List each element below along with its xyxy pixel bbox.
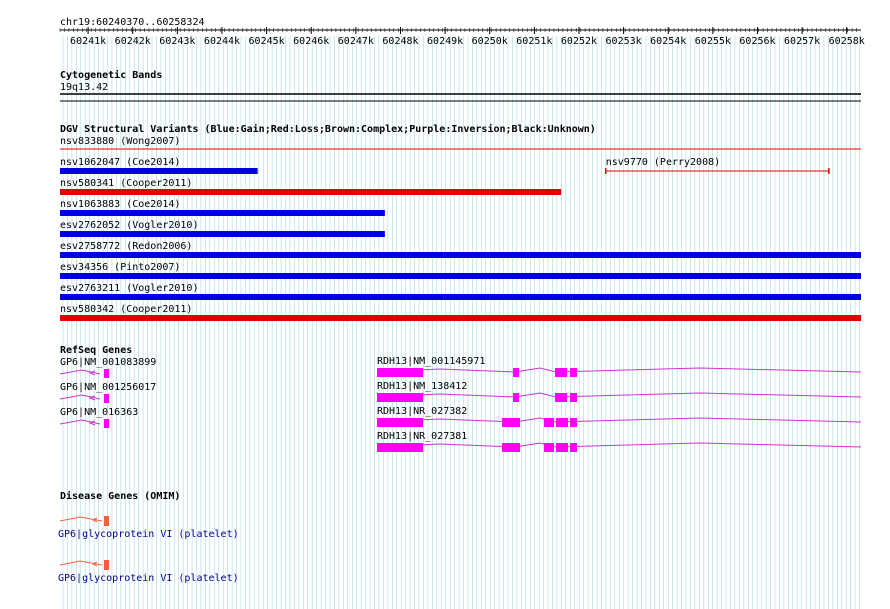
- ruler-tick-label: 60252k: [561, 36, 597, 47]
- dgv-feature-bar[interactable]: [60, 210, 385, 216]
- dgv-feature-label: esv2758772 (Redon2006): [60, 241, 192, 252]
- ruler-tick-label: 60241k: [70, 36, 106, 47]
- refseq-gene-label: RDH13|NR_027381: [377, 431, 467, 442]
- ruler-tick-label: 60257k: [784, 36, 820, 47]
- dgv-feature-label: nsv580342 (Cooper2011): [60, 304, 192, 315]
- ruler-tick-label: 60254k: [650, 36, 686, 47]
- cytoband-title: Cytogenetic Bands: [60, 69, 162, 81]
- dgv-feature-bar[interactable]: [60, 273, 861, 279]
- refseq-exon: [556, 418, 568, 427]
- dgv-track: DGV Structural Variants (Blue:Gain;Red:L…: [60, 123, 861, 321]
- refseq-exon: [104, 419, 109, 428]
- refseq-exon: [570, 418, 577, 427]
- refseq-gene-label: GP6|NM_001083899: [60, 357, 156, 368]
- ruler-tick-label: 60245k: [249, 36, 285, 47]
- ruler-tick-label: 60243k: [159, 36, 195, 47]
- dgv-title: DGV Structural Variants (Blue:Gain;Red:L…: [60, 123, 596, 135]
- omim-exon: [104, 516, 109, 526]
- ruler-tick-label: 60242k: [115, 36, 151, 47]
- dgv-feature[interactable]: nsv9770 (Perry2008): [605, 157, 830, 174]
- ruler-tick-label: 60248k: [382, 36, 418, 47]
- omim-exon: [104, 560, 109, 570]
- refseq-exon: [555, 368, 567, 377]
- dgv-feature[interactable]: nsv833880 (Wong2007): [60, 136, 861, 150]
- refseq-exon: [513, 393, 519, 402]
- dgv-feature-label: nsv1063883 (Coe2014): [60, 199, 180, 210]
- ruler-track: chr19:60240370..60258324 60241k 60242k 602…: [59, 17, 865, 47]
- ruler-tick-label: 60247k: [338, 36, 374, 47]
- dgv-feature-label: esv2763211 (Vogler2010): [60, 283, 198, 294]
- refseq-exon: [377, 368, 423, 377]
- refseq-gene-label: RDH13|NM_138412: [377, 381, 467, 392]
- dgv-feature[interactable]: esv2763211 (Vogler2010): [60, 283, 861, 300]
- refseq-exon: [570, 443, 577, 452]
- refseq-gene-gp6[interactable]: GP6|NM_001083899: [59, 357, 156, 378]
- refseq-exon: [556, 443, 568, 452]
- dgv-feature[interactable]: nsv580342 (Cooper2011): [60, 304, 861, 321]
- dgv-feature[interactable]: nsv1063883 (Coe2014): [60, 199, 385, 216]
- refseq-gene-label: GP6|NM_016363: [60, 407, 138, 418]
- dgv-feature-label: nsv1062047 (Coe2014): [60, 157, 180, 168]
- refseq-track: RefSeq Genes GP6|NM_001083899 GP6|NM_0012…: [59, 345, 862, 452]
- dgv-feature[interactable]: esv2758772 (Redon2006): [60, 241, 861, 258]
- dgv-feature-bar[interactable]: [60, 252, 861, 258]
- ruler-tick-label: 60258k: [829, 36, 865, 47]
- refseq-exon: [570, 368, 577, 377]
- refseq-gene-label: RDH13|NR_027382: [377, 406, 467, 417]
- ruler-tick-label: 60246k: [293, 36, 329, 47]
- dgv-feature-bar[interactable]: [60, 294, 861, 300]
- genome-browser-canvas: chr19:60240370..60258324 60241k 60242k 602…: [58, 17, 865, 609]
- refseq-exon: [104, 394, 109, 403]
- refseq-gene-label: GP6|NM_001256017: [60, 382, 156, 393]
- dgv-feature-label: nsv833880 (Wong2007): [60, 136, 180, 147]
- refseq-exon: [104, 369, 109, 378]
- omim-title: Disease Genes (OMIM): [60, 490, 180, 502]
- refseq-features: GP6|NM_001083899 GP6|NM_001256017 GP6|NM_0…: [59, 356, 862, 452]
- refseq-gene-label: RDH13|NM_001145971: [377, 356, 485, 367]
- omim-feature-label: GP6|glycoprotein VI (platelet): [58, 573, 239, 584]
- dgv-feature[interactable]: nsv1062047 (Coe2014): [60, 157, 258, 174]
- refseq-exon: [377, 393, 423, 402]
- dgv-features: nsv833880 (Wong2007) nsv1062047 (Coe2014)…: [60, 136, 861, 321]
- refseq-gene-gp6[interactable]: GP6|NM_001256017: [59, 382, 156, 403]
- dgv-feature-bar[interactable]: [60, 168, 258, 174]
- refseq-title: RefSeq Genes: [60, 345, 132, 356]
- refseq-exon: [377, 443, 423, 452]
- dgv-feature-label: nsv580341 (Cooper2011): [60, 178, 192, 189]
- dgv-feature-label: esv34356 (Pinto2007): [60, 262, 180, 273]
- dgv-feature[interactable]: esv34356 (Pinto2007): [60, 262, 861, 279]
- refseq-exon: [544, 418, 554, 427]
- dgv-feature-label: nsv9770 (Perry2008): [606, 157, 720, 168]
- dgv-feature-bar[interactable]: [60, 189, 562, 195]
- refseq-exon: [570, 393, 577, 402]
- refseq-exon: [377, 418, 423, 427]
- refseq-exon: [544, 443, 554, 452]
- ruler-tick-label: 60256k: [739, 36, 775, 47]
- ruler-tick-label: 60244k: [204, 36, 240, 47]
- refseq-exon: [555, 393, 567, 402]
- refseq-exon: [513, 368, 519, 377]
- dgv-feature-bar[interactable]: [60, 315, 861, 321]
- cytoband-track: Cytogenetic Bands 19q13.42: [60, 69, 861, 102]
- ruler-tick-label: 60255k: [695, 36, 731, 47]
- background-grid: [62, 36, 860, 609]
- refseq-exon: [502, 443, 520, 452]
- ruler-tick-label: 60253k: [606, 36, 642, 47]
- cytoband-label: 19q13.42: [60, 82, 108, 93]
- refseq-exon: [502, 418, 520, 427]
- ruler-tick-label: 60249k: [427, 36, 463, 47]
- ruler-location: chr19:60240370..60258324: [60, 17, 205, 28]
- omim-feature-label: GP6|glycoprotein VI (platelet): [58, 529, 239, 540]
- dgv-feature-bar[interactable]: [60, 231, 385, 237]
- ruler-tick-label: 60250k: [472, 36, 508, 47]
- ruler-tick-label: 60251k: [516, 36, 552, 47]
- dgv-feature[interactable]: esv2762052 (Vogler2010): [60, 220, 385, 237]
- dgv-feature-label: esv2762052 (Vogler2010): [60, 220, 198, 231]
